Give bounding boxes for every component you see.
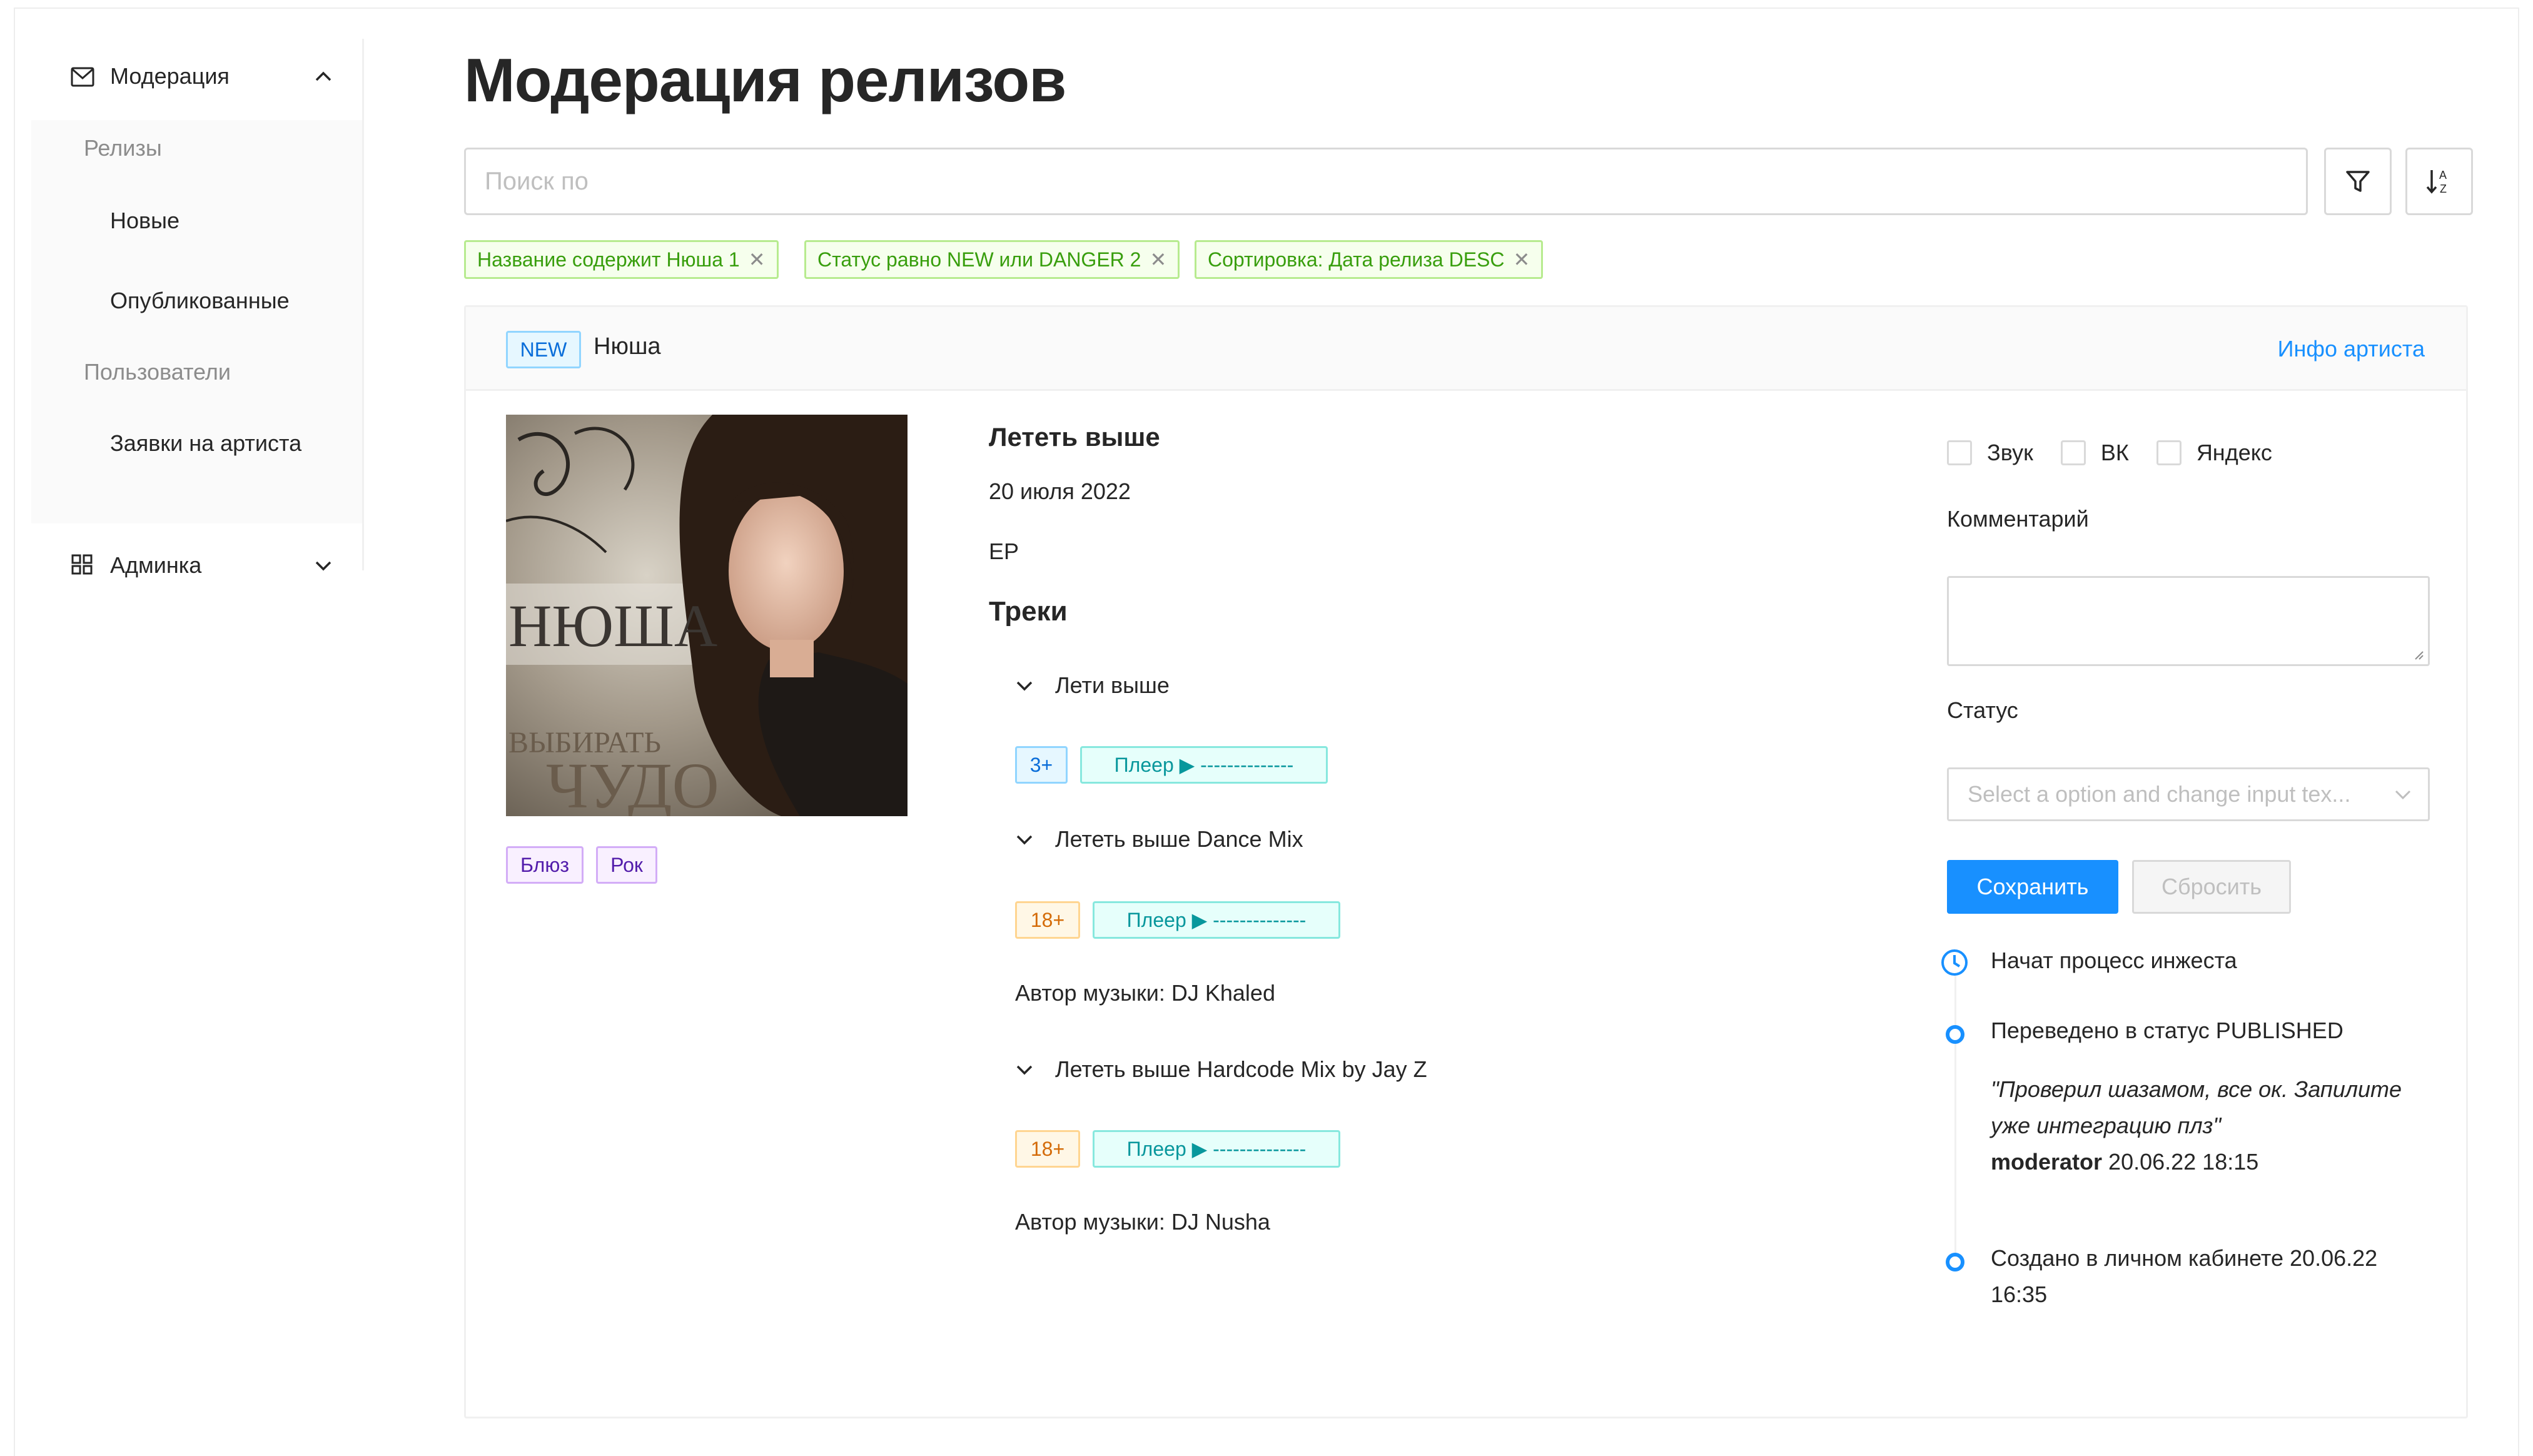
filter-chip-label: Название содержит Нюша 1 — [477, 248, 740, 271]
track-title: Лети выше — [1055, 672, 1170, 698]
timeline-dot — [1946, 1025, 1964, 1044]
music-author: Автор музыки: DJ Nusha — [1015, 1209, 1270, 1235]
sidebar-group-admin[interactable]: Админка — [31, 528, 362, 603]
track-title: Лететь выше Hardcode Mix by Jay Z — [1055, 1056, 1427, 1082]
artist-info-link[interactable]: Инфо артиста — [2278, 336, 2425, 362]
platform-checkboxes: Звук ВК Яндекс — [1947, 440, 2300, 466]
sidebar-item-published[interactable]: Опубликованные — [110, 288, 290, 314]
filter-chip-name[interactable]: Название содержит Нюша 1 ✕ — [464, 240, 779, 279]
album-cover: НЮША ВЫБИРАТЬ ЧУДО — [506, 415, 908, 816]
track-toggle[interactable]: Лети выше — [1015, 672, 1170, 699]
release-title: Лететь выше — [989, 422, 1160, 452]
timeline-item-published: Переведено в статус PUBLISHED — [1991, 1018, 2343, 1043]
status-label: Статус — [1947, 697, 2018, 723]
checkbox-label: Яндекс — [2196, 440, 2272, 465]
timeline-created-line: Создано в личном кабинете 20.06.22 — [1991, 1245, 2378, 1271]
track-title: Лететь выше Dance Mix — [1055, 826, 1303, 852]
timeline-item-created: Создано в личном кабинете 20.06.22 16:35 — [1991, 1240, 2377, 1313]
sidebar-item-new[interactable]: Новые — [110, 208, 179, 234]
filter-chip-label: Сортировка: Дата релиза DESC — [1208, 248, 1505, 271]
cover-title-text: НЮША — [508, 592, 717, 659]
sort-button[interactable]: A Z — [2405, 148, 2473, 215]
player-button[interactable]: Плеер ▶ -------------- — [1093, 1130, 1340, 1168]
moderator-name: moderator — [1991, 1149, 2103, 1175]
filter-icon — [2346, 171, 2370, 192]
chevron-down-icon — [1016, 835, 1033, 845]
release-type: EP — [989, 538, 1019, 564]
sidebar-label-moderation: Модерация — [110, 63, 230, 89]
sidebar-group-releases: Релизы — [84, 135, 162, 161]
sidebar-group-users: Пользователи — [84, 359, 231, 385]
tracks-title: Треки — [989, 596, 1068, 627]
timeline-comment-line: "Проверил шазамом, все ок. Запилите — [1991, 1076, 2402, 1102]
status-select-placeholder: Select a option and change input tex... — [1968, 781, 2351, 807]
filter-button[interactable] — [2324, 148, 2392, 215]
release-date: 20 июля 2022 — [989, 478, 1131, 504]
svg-text:Z: Z — [2440, 183, 2447, 195]
checkbox-zvuk[interactable] — [1947, 440, 1972, 465]
checkbox-yandex[interactable] — [2156, 440, 2182, 465]
close-icon[interactable]: ✕ — [1514, 248, 1530, 271]
mail-icon — [71, 67, 94, 87]
timeline-dot — [1946, 1253, 1964, 1271]
checkbox-label: ВК — [2100, 440, 2129, 465]
save-button[interactable]: Сохранить — [1947, 860, 2118, 914]
comment-label: Комментарий — [1947, 506, 2089, 532]
music-author: Автор музыки: DJ Khaled — [1015, 980, 1275, 1006]
timeline-line — [1954, 970, 1956, 1258]
resize-handle-icon[interactable] — [2413, 649, 2424, 660]
timeline-comment-line: уже интеграцию плз" — [1991, 1113, 2222, 1138]
sidebar-group-moderation[interactable]: Модерация — [31, 39, 362, 114]
track-toggle[interactable]: Лететь выше Hardcode Mix by Jay Z — [1015, 1056, 1427, 1083]
close-icon[interactable]: ✕ — [1150, 248, 1166, 271]
age-rating-badge: 18+ — [1015, 901, 1080, 939]
age-rating-badge: 18+ — [1015, 1130, 1080, 1168]
release-card: NEW Нюша Инфо артиста НЮША ВЫБИРАТЬ ЧУДО… — [464, 305, 2468, 1418]
cover-word-text: ЧУДО — [546, 750, 719, 816]
comment-time: 20.06.22 18:15 — [2108, 1149, 2259, 1175]
comment-textarea[interactable] — [1947, 576, 2430, 666]
clock-icon — [1941, 949, 1968, 976]
player-button[interactable]: Плеер ▶ -------------- — [1080, 746, 1328, 784]
svg-text:A: A — [2439, 169, 2447, 181]
timeline-comment-author: moderator 20.06.22 18:15 — [1991, 1144, 2258, 1180]
filter-chip-sort[interactable]: Сортировка: Дата релиза DESC ✕ — [1195, 240, 1544, 279]
sidebar: Модерация Релизы Новые Опубликованные По… — [31, 39, 364, 578]
filter-chip-label: Статус равно NEW или DANGER 2 — [817, 248, 1141, 271]
close-icon[interactable]: ✕ — [749, 248, 766, 271]
genre-tag: Рок — [596, 846, 657, 884]
timeline-item-ingest: Начат процесс инжеста — [1991, 948, 2237, 973]
chevron-down-icon[interactable] — [314, 559, 333, 572]
status-select[interactable]: Select a option and change input tex... — [1947, 767, 2430, 821]
sidebar-submenu-moderation: Релизы Новые Опубликованные Пользователи… — [31, 120, 362, 523]
player-button[interactable]: Плеер ▶ -------------- — [1093, 901, 1340, 939]
sort-az-icon: A Z — [2426, 169, 2447, 195]
artist-name: Нюша — [594, 333, 661, 360]
grid-icon — [71, 554, 93, 575]
checkbox-vk[interactable] — [2060, 440, 2086, 465]
genre-tag: Блюз — [506, 846, 584, 884]
filter-chip-status[interactable]: Статус равно NEW или DANGER 2 ✕ — [804, 240, 1180, 279]
reset-button[interactable]: Сбросить — [2132, 860, 2291, 914]
release-card-header: NEW Нюша Инфо артиста — [466, 307, 2466, 391]
track-toggle[interactable]: Лететь выше Dance Mix — [1015, 826, 1303, 852]
sidebar-item-artist-requests[interactable]: Заявки на артиста — [110, 430, 301, 457]
timeline-created-line: 16:35 — [1991, 1282, 2048, 1307]
chevron-down-icon — [2395, 790, 2411, 800]
chevron-up-icon[interactable] — [314, 70, 333, 83]
sidebar-label-admin: Админка — [110, 552, 202, 578]
chevron-down-icon — [1016, 681, 1033, 691]
timeline-comment: "Проверил шазамом, все ок. Запилите уже … — [1991, 1071, 2402, 1144]
page-title: Модерация релизов — [464, 46, 1066, 114]
chevron-down-icon — [1016, 1065, 1033, 1075]
age-rating-badge: 3+ — [1015, 746, 1068, 784]
checkbox-label: Звук — [1987, 440, 2033, 465]
search-input[interactable] — [464, 148, 2308, 215]
status-badge: NEW — [506, 331, 581, 368]
